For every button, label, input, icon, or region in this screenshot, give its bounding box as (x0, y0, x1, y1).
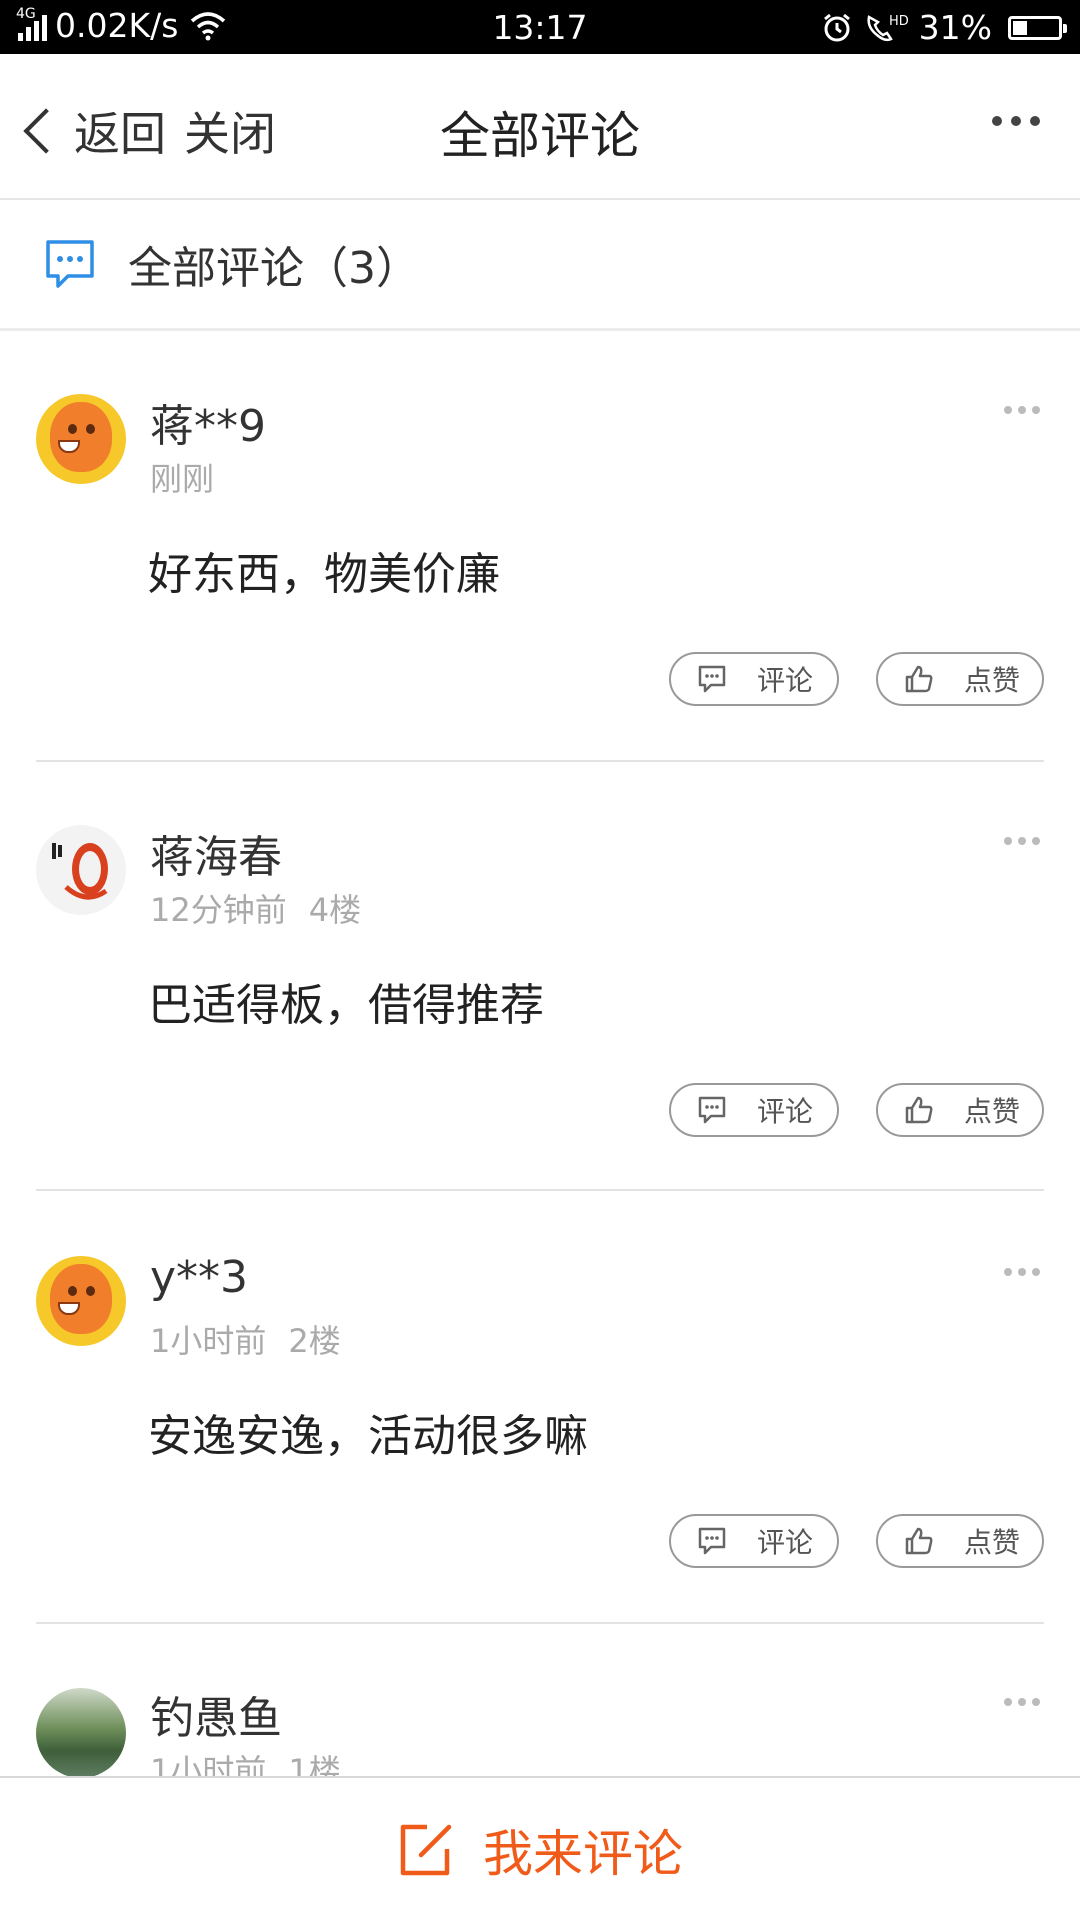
reply-button[interactable]: 评论 (669, 1083, 839, 1137)
comment-time: 12分钟前 (150, 891, 287, 929)
avatar[interactable] (36, 394, 126, 484)
status-bar: 4G 0.02K/s 13:17 HD 31% (0, 0, 1080, 54)
comment-content: 安逸安逸，活动很多嘛 (148, 1411, 588, 1462)
reply-label: 评论 (757, 1095, 814, 1128)
reply-label: 评论 (757, 664, 814, 697)
reply-button[interactable]: 评论 (669, 652, 839, 706)
divider (36, 760, 1044, 762)
comment-meta: 12分钟前 4楼 (150, 885, 361, 931)
comment-content: 巴适得板，借得推荐 (148, 980, 544, 1031)
like-button[interactable]: 点赞 (876, 1083, 1044, 1137)
divider (36, 1189, 1044, 1191)
like-button[interactable]: 点赞 (876, 1514, 1044, 1568)
divider (36, 1622, 1044, 1624)
comment-username[interactable]: 蒋海春 (150, 821, 282, 885)
comment-time: 1小时前 (150, 1322, 267, 1360)
comment-more-button[interactable] (1004, 406, 1040, 414)
comment-more-button[interactable] (1004, 837, 1040, 845)
comment-meta: 刚刚 (150, 454, 214, 500)
edit-icon (400, 1824, 452, 1876)
reply-button[interactable]: 评论 (669, 1514, 839, 1568)
comment-floor: 2楼 (288, 1322, 341, 1360)
comment-username[interactable]: 钓愚鱼 (150, 1682, 282, 1746)
comment-username[interactable]: y**3 (150, 1252, 248, 1303)
status-right: HD 31% (821, 8, 1067, 47)
like-button[interactable]: 点赞 (876, 652, 1044, 706)
comment-more-button[interactable] (1004, 1698, 1040, 1706)
chevron-left-icon (23, 108, 69, 154)
comment-floor: 4楼 (308, 891, 362, 929)
thumbs-up-icon (905, 1527, 933, 1555)
battery-percent: 31% (918, 8, 992, 47)
back-button[interactable]: 返回 (20, 98, 166, 164)
comment-bubble-icon (46, 240, 94, 288)
section-title: 全部评论（3） (128, 243, 420, 294)
comment-icon (698, 665, 726, 693)
more-menu-button[interactable] (992, 116, 1040, 126)
battery-icon (1008, 15, 1067, 40)
write-comment-button[interactable]: 我来评论 (0, 1776, 1080, 1922)
back-label: 返回 (74, 107, 166, 161)
reply-label: 评论 (757, 1526, 814, 1559)
comment-icon (698, 1527, 726, 1555)
like-label: 点赞 (964, 1526, 1021, 1559)
comment-icon (698, 1096, 726, 1124)
comment-username[interactable]: 蒋**9 (150, 390, 266, 454)
alarm-icon (823, 13, 850, 41)
avatar[interactable] (36, 825, 126, 915)
comment-meta: 1小时前 2楼 (150, 1316, 341, 1362)
comment-content: 好东西，物美价廉 (148, 549, 500, 600)
write-comment-label: 我来评论 (483, 1825, 683, 1883)
comments-section-header: 全部评论（3） (0, 200, 1080, 331)
svg-text:HD: HD (889, 14, 909, 29)
like-label: 点赞 (964, 664, 1021, 697)
avatar[interactable] (36, 1688, 126, 1778)
avatar[interactable] (36, 1256, 126, 1346)
like-label: 点赞 (964, 1095, 1021, 1128)
hd-call-icon: HD (867, 14, 909, 41)
thumbs-up-icon (905, 1096, 933, 1124)
thumbs-up-icon (905, 665, 933, 693)
close-button[interactable]: 关闭 (184, 98, 276, 164)
comment-more-button[interactable] (1004, 1268, 1040, 1276)
more-dots-icon (992, 116, 1002, 126)
nav-bar: 返回 关闭 全部评论 (0, 54, 1080, 200)
comment-time: 刚刚 (150, 460, 215, 498)
